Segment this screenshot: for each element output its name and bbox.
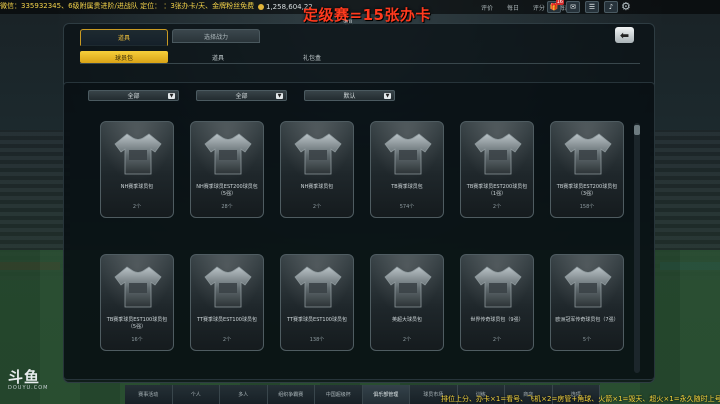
pack-count: 574个 [399, 204, 415, 210]
pack-card[interactable]: NH赛季球员包 2个 [280, 121, 354, 218]
primary-tabs: 道具 选择战力 [80, 29, 260, 46]
pack-card[interactable]: 欧洲冠军传奇球员包（7强） 5个 [550, 254, 624, 351]
pack-card[interactable]: TB赛季球员包 574个 [370, 121, 444, 218]
chevron-down-icon: ▼ [384, 93, 391, 99]
mail-badge: 16 [555, 0, 564, 5]
tab-props[interactable]: 道具 [174, 51, 262, 63]
top-link-0[interactable]: 评价 [481, 5, 493, 12]
bottom-nav-item[interactable]: 中国超级杯 [315, 385, 363, 404]
tab-divider [80, 63, 640, 64]
filter-select-2-value: 全部 [235, 93, 248, 100]
pack-name: TT赛季球员EST100球员包 [197, 317, 257, 323]
watermark-logo-text: 斗鱼 [8, 368, 41, 386]
mail-icon[interactable]: ✉ [566, 1, 580, 13]
jersey-icon [564, 266, 612, 308]
tab-select-power[interactable]: 选择战力 [172, 29, 260, 43]
jersey-icon [294, 133, 342, 175]
chevron-down-icon: ▼ [168, 93, 175, 99]
secondary-tabs: 球员包 道具 礼包盒 [80, 51, 362, 63]
top-link-2[interactable]: 评分 [533, 5, 545, 12]
pack-count: 2个 [312, 204, 322, 210]
filter-select-1-value: 全部 [127, 93, 140, 100]
pack-count: 2个 [492, 204, 502, 210]
jersey-icon [384, 133, 432, 175]
jersey-icon [204, 133, 252, 175]
filter-select-2[interactable]: 全部 ▼ [196, 90, 287, 101]
bottom-nav-item[interactable]: 组织争霸赛 [267, 385, 315, 404]
pack-name: 欧洲冠军传奇球员包（7强） [555, 317, 619, 323]
filter-bar: 全部 ▼ 全部 ▼ 默认 ▼ [88, 90, 395, 101]
chevron-down-icon: ▼ [276, 93, 283, 99]
message-icon[interactable]: ☰ [585, 1, 599, 13]
pack-count: 2个 [132, 204, 142, 210]
jersey-icon [294, 266, 342, 308]
pack-card[interactable]: TB赛季球员EST200球员包（3强） 158个 [550, 121, 624, 218]
jersey-icon [204, 266, 252, 308]
pack-name: NH赛季球员包 [300, 184, 334, 190]
bottom-nav-item[interactable]: 俱乐部管理 [362, 385, 410, 404]
pack-card[interactable]: TB赛季球员EST200球员包（1强） 2个 [460, 121, 534, 218]
filter-select-1[interactable]: 全部 ▼ [88, 90, 179, 101]
pack-name: 英超大球员包 [391, 317, 422, 323]
jersey-icon [114, 133, 162, 175]
pack-card[interactable]: 英超大球员包 2个 [370, 254, 444, 351]
pack-count: 138个 [309, 337, 325, 343]
gear-icon[interactable]: ⚙ [621, 0, 631, 13]
pack-name: TB赛季球员包 [391, 184, 423, 190]
pack-grid: NH赛季球员包 2个 NH赛季球员EST200球员包（5强） 28个 NH赛季球员包 2个… [100, 121, 630, 381]
jersey-icon [384, 266, 432, 308]
gift-icon[interactable]: 🎁 16 [547, 0, 564, 13]
bottom-nav-item[interactable]: 多人 [220, 385, 268, 404]
bottom-nav-item[interactable]: 个人 [172, 385, 220, 404]
pack-name: 世界传奇球员包（9强） [470, 317, 524, 323]
top-link-1[interactable]: 每日 [507, 5, 519, 12]
watermark-domain: DOUYU.COM [8, 385, 49, 391]
pack-count: 5个 [582, 337, 592, 343]
tab-player-packs[interactable]: 球员包 [80, 51, 168, 63]
jersey-icon [114, 266, 162, 308]
pack-card[interactable]: NH赛季球员EST200球员包（5强） 28个 [190, 121, 264, 218]
sort-select[interactable]: 默认 ▼ [304, 90, 395, 101]
coin-icon [258, 4, 264, 10]
back-arrow-icon: ⬅ [619, 28, 630, 42]
pack-name: TT赛季球员EST100球员包 [287, 317, 347, 323]
scrollbar-thumb[interactable] [634, 125, 640, 135]
pack-count: 2个 [492, 337, 502, 343]
pack-name: NH赛季球员包 [120, 184, 154, 190]
pack-count: 2个 [402, 337, 412, 343]
douyu-watermark: 斗鱼 DOUYU.COM [8, 366, 49, 391]
pack-name: TB赛季球员EST200球员包（1强） [466, 184, 528, 197]
jersey-icon [474, 133, 522, 175]
pack-count: 2个 [222, 337, 232, 343]
bell-icon[interactable]: ♪ [604, 1, 618, 13]
bottom-nav-item[interactable]: 赛事活动 [125, 385, 173, 404]
stream-marquee: 微信：335932345、6级附属贵进阶/进战队 定位： ：3张办卡/天、金牌粉… [0, 2, 255, 10]
tab-items[interactable]: 道具 [80, 29, 168, 46]
pack-count: 158个 [579, 204, 595, 210]
tab-gift-box[interactable]: 礼包盒 [268, 51, 356, 63]
sort-select-value: 默认 [343, 93, 356, 100]
pack-name: TB赛季球员EST100球员包（5强） [106, 317, 168, 330]
pack-card[interactable]: 世界传奇球员包（9强） 2个 [460, 254, 534, 351]
stream-rules-text: 排位上分、办卡×1=看号、飞机×2=房管+角球、火箭×1=毁天、超火×1=永久随… [441, 395, 720, 403]
pack-card[interactable]: TB赛季球员EST100球员包（5强） 16个 [100, 254, 174, 351]
pack-count: 16个 [131, 337, 143, 343]
jersey-icon [474, 266, 522, 308]
pack-count: 28个 [221, 204, 233, 210]
jersey-icon [564, 133, 612, 175]
back-button[interactable]: ⬅ [615, 27, 634, 43]
system-icons: 🎁 16 ✉ ☰ ♪ [547, 0, 618, 13]
stream-overlay-title: 定级赛=15张办卡 [303, 6, 431, 24]
pack-card[interactable]: TT赛季球员EST100球员包 2个 [190, 254, 264, 351]
scrollbar-track[interactable] [634, 123, 640, 373]
pack-card[interactable]: TT赛季球员EST100球员包 138个 [280, 254, 354, 351]
pack-card[interactable]: NH赛季球员包 2个 [100, 121, 174, 218]
pack-name: TB赛季球员EST200球员包（3强） [556, 184, 618, 197]
pack-name: NH赛季球员EST200球员包（5强） [196, 184, 258, 197]
